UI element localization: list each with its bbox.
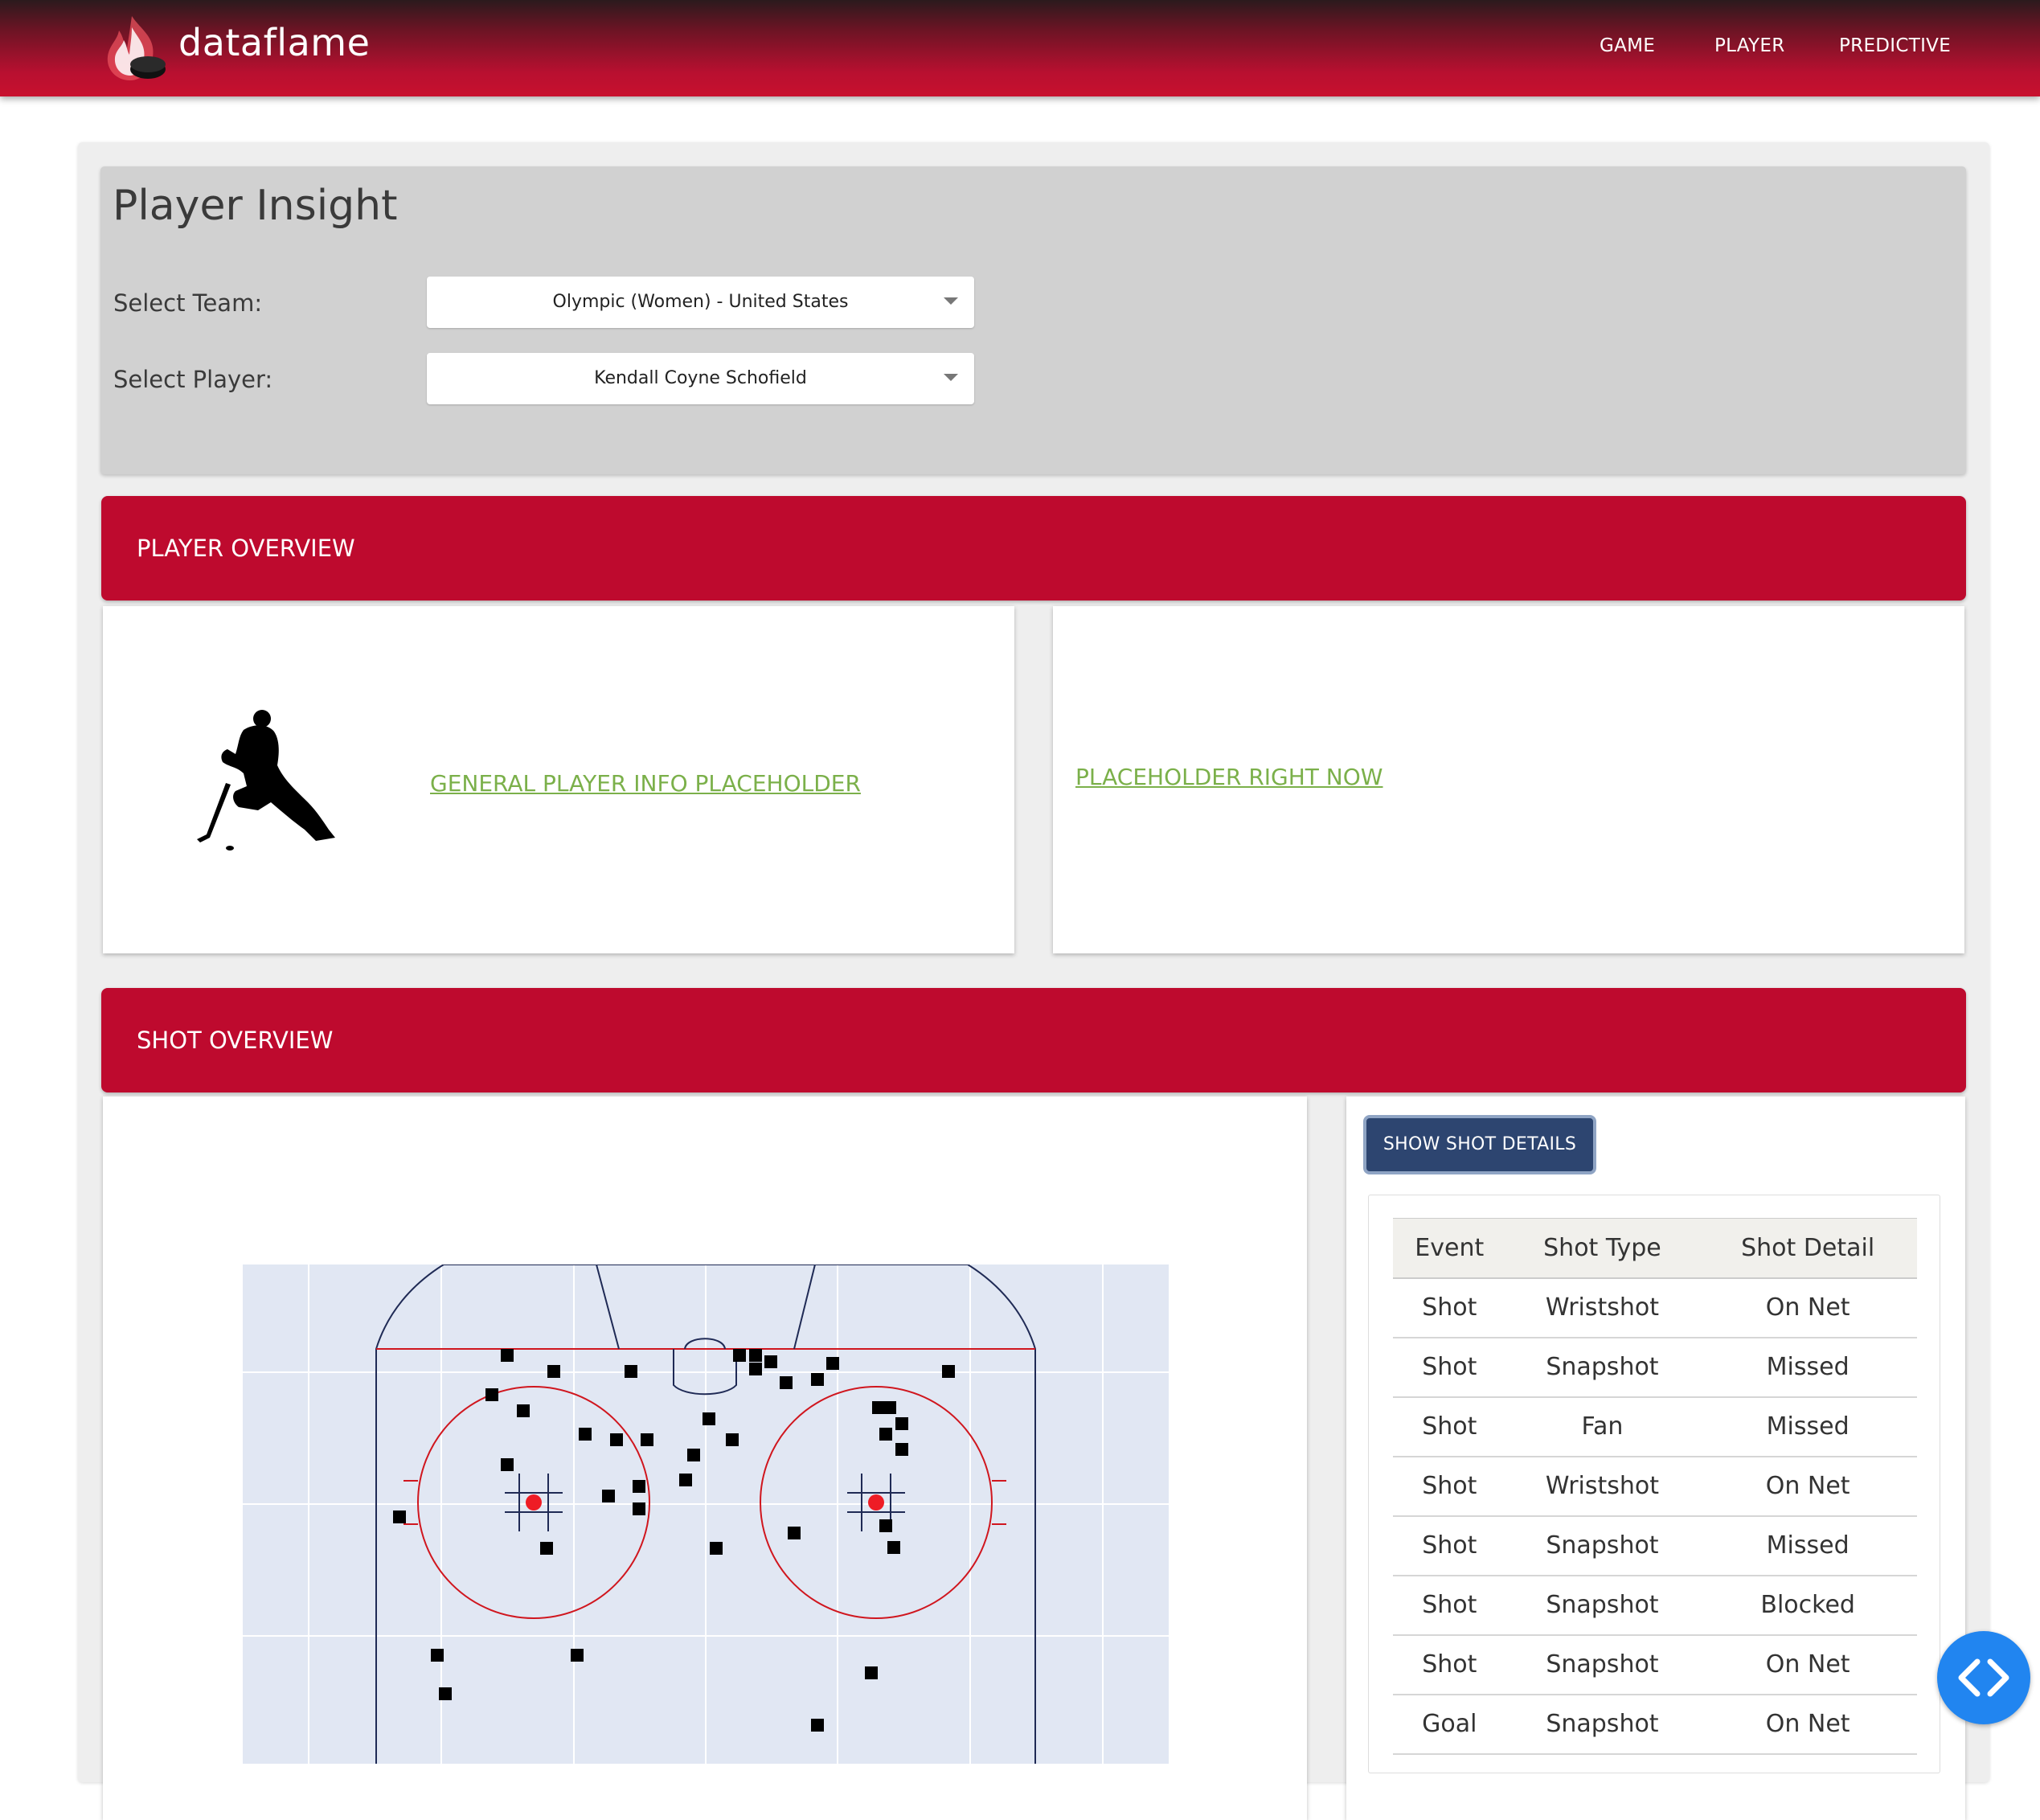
shot-map-rink xyxy=(243,1265,1169,1764)
table-row[interactable]: Shot Snapshot Missed xyxy=(1393,1337,1917,1398)
table-row[interactable]: Shot Snapshot On Net xyxy=(1393,1634,1917,1695)
cell-shot-detail: Blocked xyxy=(1698,1575,1917,1636)
general-player-info-link[interactable]: GENERAL PLAYER INFO PLACEHOLDER xyxy=(430,770,861,797)
cell-shot-detail: On Net xyxy=(1698,1277,1917,1338)
code-toggle-button[interactable] xyxy=(1937,1631,2030,1724)
table-row[interactable]: Shot Wristshot On Net xyxy=(1393,1277,1917,1338)
brand-name[interactable]: dataflame xyxy=(178,21,370,64)
column-header-shot-type[interactable]: Shot Type xyxy=(1505,1218,1699,1279)
faceoff-dot-left xyxy=(526,1494,542,1511)
cell-event: Shot xyxy=(1393,1337,1506,1398)
cell-shot-type: Fan xyxy=(1505,1396,1699,1457)
team-select-value: Olympic (Women) - United States xyxy=(552,292,849,312)
player-overview-title: PLAYER OVERVIEW xyxy=(137,535,355,562)
cell-shot-detail: On Net xyxy=(1698,1456,1917,1517)
table-row[interactable]: Shot Snapshot Blocked xyxy=(1393,1575,1917,1636)
cell-shot-detail: Missed xyxy=(1698,1515,1917,1576)
player-select-value: Kendall Coyne Schofield xyxy=(594,368,807,388)
cell-event: Shot xyxy=(1393,1456,1506,1517)
cell-event: Goal xyxy=(1393,1694,1506,1755)
player-label: Select Player: xyxy=(113,366,273,393)
cell-shot-type: Wristshot xyxy=(1505,1456,1699,1517)
cell-shot-type: Snapshot xyxy=(1505,1515,1699,1576)
column-header-event[interactable]: Event xyxy=(1393,1218,1506,1279)
player-select[interactable]: Kendall Coyne Schofield xyxy=(427,353,974,404)
shot-overview-banner: SHOT OVERVIEW xyxy=(101,988,1966,1092)
faceoff-dot-right xyxy=(868,1494,884,1511)
placeholder-right-link[interactable]: PLACEHOLDER RIGHT NOW xyxy=(1075,764,1383,790)
cell-shot-type: Snapshot xyxy=(1505,1634,1699,1695)
shot-overview-title: SHOT OVERVIEW xyxy=(137,1027,334,1054)
cell-event: Shot xyxy=(1393,1634,1506,1695)
cell-shot-type: Snapshot xyxy=(1505,1337,1699,1398)
cell-shot-type: Snapshot xyxy=(1505,1694,1699,1755)
code-brackets-icon xyxy=(1958,1658,2009,1697)
nav-game[interactable]: GAME xyxy=(1600,35,1655,56)
team-select[interactable]: Olympic (Women) - United States xyxy=(427,277,974,328)
player-overview-banner: PLAYER OVERVIEW xyxy=(101,496,1966,601)
nav-predictive[interactable]: PREDICTIVE xyxy=(1839,35,1951,56)
cell-shot-detail: Missed xyxy=(1698,1337,1917,1398)
team-label: Select Team: xyxy=(113,289,263,317)
table-row[interactable]: Shot Fan Missed xyxy=(1393,1396,1917,1457)
cell-shot-type: Snapshot xyxy=(1505,1575,1699,1636)
cell-event: Shot xyxy=(1393,1575,1506,1636)
chevron-down-icon xyxy=(944,374,958,381)
chevron-down-icon xyxy=(944,297,958,305)
cell-event: Shot xyxy=(1393,1396,1506,1457)
cell-shot-type: Wristshot xyxy=(1505,1277,1699,1338)
table-row[interactable]: Shot Wristshot On Net xyxy=(1393,1456,1917,1517)
cell-shot-detail: On Net xyxy=(1698,1634,1917,1695)
show-shot-details-button[interactable]: SHOW SHOT DETAILS xyxy=(1363,1115,1596,1174)
page-title: Player Insight xyxy=(113,182,398,230)
flame-puck-logo-icon[interactable] xyxy=(100,13,167,84)
cell-event: Shot xyxy=(1393,1515,1506,1576)
shot-table: Event Shot Type Shot Detail Shot Wristsh… xyxy=(1393,1218,1917,1755)
hockey-player-silhouette-icon xyxy=(197,710,335,851)
column-header-shot-detail[interactable]: Shot Detail xyxy=(1698,1218,1917,1279)
cell-shot-detail: On Net xyxy=(1698,1694,1917,1755)
top-navbar: dataflame GAME PLAYER PREDICTIVE xyxy=(0,0,2040,96)
table-header-row: Event Shot Type Shot Detail xyxy=(1393,1218,1917,1279)
table-row[interactable]: Shot Snapshot Missed xyxy=(1393,1515,1917,1576)
table-row[interactable]: Goal Snapshot On Net xyxy=(1393,1694,1917,1755)
cell-event: Shot xyxy=(1393,1277,1506,1338)
nav-player[interactable]: PLAYER xyxy=(1714,35,1785,56)
cell-shot-detail: Missed xyxy=(1698,1396,1917,1457)
